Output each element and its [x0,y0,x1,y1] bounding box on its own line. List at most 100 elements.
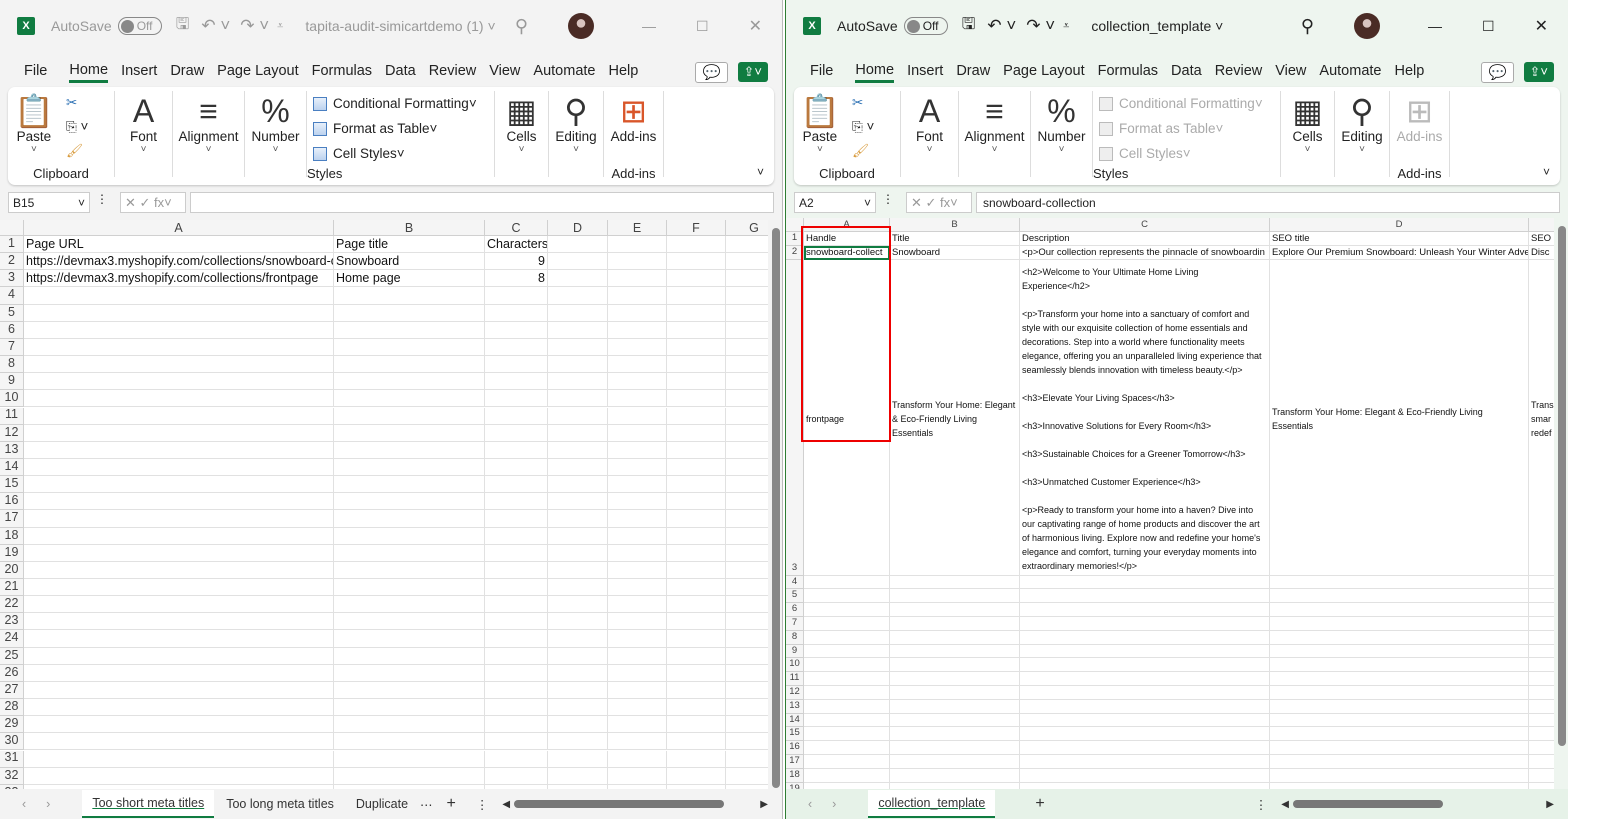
cell-C30[interactable] [485,733,548,751]
cell-D30[interactable] [548,733,608,751]
cell-G13[interactable] [726,442,768,459]
cell-D20[interactable] [548,561,608,579]
tab-home[interactable]: Home [855,62,895,83]
column-header[interactable]: D [1270,218,1529,232]
alignment-button[interactable]: ≡ Alignment ˅ [959,91,1030,155]
row-header[interactable]: 2 [786,245,804,260]
column-header[interactable]: C [1020,218,1270,232]
cell-B27[interactable] [334,681,485,700]
redo-icon[interactable]: ↷ ˅ [1026,16,1055,36]
undo-icon[interactable]: ↶ ˅ [987,16,1016,36]
cell-D11[interactable] [548,407,608,425]
name-box[interactable]: A2 ˅ [794,192,876,213]
cell-C25[interactable] [485,647,548,665]
cell-F28[interactable] [667,699,726,717]
cell-B3[interactable]: Home page [334,270,485,288]
column-header[interactable]: B [334,220,485,236]
cell-C13[interactable] [485,441,548,459]
cell-B28[interactable] [334,699,485,717]
cell-G12[interactable] [726,425,768,442]
cell-F9[interactable] [667,373,726,391]
paste-button[interactable]: 📋 Paste ˅ [14,91,54,155]
sheet-tab[interactable]: collection_template [868,790,996,818]
cell-A20[interactable] [24,561,334,579]
cell-B29[interactable] [334,716,485,734]
copy-icon[interactable]: ⎘ ˅ [66,119,88,135]
cell-A22[interactable] [24,596,334,614]
cell-A13[interactable] [24,441,334,459]
cell-E17[interactable] [1529,755,1554,769]
row-header[interactable]: 18 [0,527,24,545]
cell-A17[interactable] [24,510,334,528]
cell-C7[interactable] [1020,617,1270,631]
row-header[interactable]: 7 [786,617,804,631]
cell-E13[interactable] [608,441,667,459]
cell-D5[interactable] [1270,589,1529,604]
tab-data[interactable]: Data [1171,63,1202,81]
row-header[interactable]: 12 [786,686,804,700]
cell-G22[interactable] [726,596,768,614]
cell-A13[interactable] [804,699,890,714]
cell-E14[interactable] [1529,714,1554,728]
cell-C16[interactable] [485,493,548,511]
cell-D2[interactable]: Explore Our Premium Snowboard: Unleash Y… [1270,245,1529,260]
cell-E6[interactable] [1529,603,1554,617]
cell-A31[interactable] [24,750,334,768]
autosave-toggle[interactable]: Off [117,17,162,35]
cell-G25[interactable] [726,648,768,665]
cell-C12[interactable] [485,424,548,442]
row-header[interactable]: 9 [0,373,24,391]
tab-view[interactable]: View [489,63,520,81]
tab-draw[interactable]: Draw [170,63,204,81]
cell-D7[interactable] [1270,617,1529,631]
cell-F1[interactable] [667,236,726,254]
cell-A5[interactable] [804,589,890,604]
cell-E17[interactable] [608,510,667,528]
cell-E32[interactable] [608,767,667,785]
redo-icon[interactable]: ↷ ˅ [240,16,269,36]
cell-C11[interactable] [485,407,548,425]
cell-A18[interactable] [24,527,334,545]
row-header[interactable]: 23 [0,613,24,631]
cell-C1[interactable]: Characters [485,236,548,254]
cell-E12[interactable] [1529,686,1554,700]
name-box[interactable]: B15 ˅ [8,192,90,213]
cell-D15[interactable] [548,476,608,494]
cell-B11[interactable] [890,672,1020,686]
cell-B14[interactable] [334,458,485,477]
autosave-toggle[interactable]: Off [903,17,948,35]
prev-sheet-icon[interactable]: ‹ [22,797,26,811]
cell-C6[interactable] [1020,603,1270,617]
addins-button[interactable]: ⊞ Add-ins [604,91,663,144]
cell-D13[interactable] [548,441,608,459]
cell-C2[interactable]: 9 [485,253,548,271]
cell-A27[interactable] [24,681,334,700]
tab-page-layout[interactable]: Page Layout [1003,63,1084,81]
cell-E25[interactable] [608,647,667,665]
cell-A1[interactable]: Page URL [24,236,334,254]
cell-E4[interactable] [608,287,667,305]
conditional-formatting-button[interactable]: Conditional Formatting ˅ [307,91,494,116]
cell-B1[interactable]: Title [890,232,1020,246]
cell-C4[interactable] [1020,575,1270,590]
minimize-icon[interactable]: — [642,18,656,34]
cell-E1[interactable]: SEO d [1529,232,1554,246]
cell-D10[interactable] [1270,658,1529,673]
cell-C29[interactable] [485,716,548,734]
cell-G9[interactable] [726,373,768,391]
cell-C3[interactable]: 8 [485,270,548,288]
cell-B9[interactable] [334,373,485,391]
font-button[interactable]: A Font ˅ [115,91,172,155]
save-icon[interactable]: 🖫 [176,13,190,40]
alignment-button[interactable]: ≡ Alignment ˅ [173,91,244,155]
horizontal-scrollbar[interactable] [514,800,725,808]
cell-A17[interactable] [804,755,890,769]
tab-file[interactable]: File [810,63,833,81]
cell-B25[interactable] [334,647,485,665]
cell-A28[interactable] [24,699,334,717]
cell-C9[interactable] [1020,644,1270,659]
column-header[interactable]: D [548,220,608,236]
cell-B1[interactable]: Page title [334,236,485,254]
cell-B19[interactable] [334,544,485,562]
cell-F7[interactable] [667,338,726,357]
